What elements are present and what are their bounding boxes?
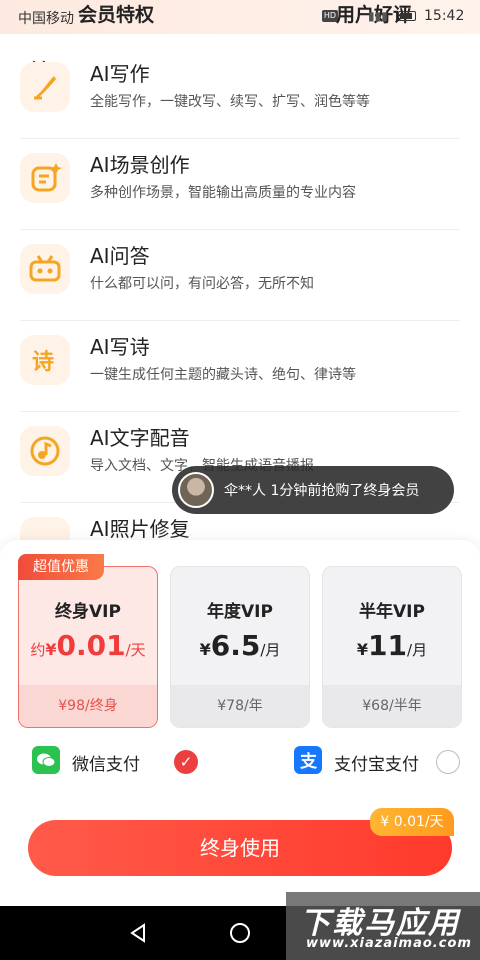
signal-icon: ▮▮▮ xyxy=(368,9,388,23)
cta-price-tag: ¥ 0.01/天 xyxy=(370,808,454,836)
plan-original-price: ¥78/年 xyxy=(171,685,309,727)
pen-icon xyxy=(20,62,70,112)
tab-vip-privileges[interactable]: 会员特权 xyxy=(78,0,154,27)
plan-name: 终身VIP xyxy=(55,602,121,622)
plan-price: 约¥0.01/天 xyxy=(19,629,157,662)
plan-price: ¥6.5/月 xyxy=(171,629,309,662)
plan-price: ¥11/月 xyxy=(323,629,461,662)
plan-name: 半年VIP xyxy=(359,602,425,622)
feature-ai-poem[interactable]: 诗 AI写诗 一键生成任何主题的藏头诗、绝句、律诗等 xyxy=(20,321,460,412)
price-unit: /天 xyxy=(125,641,146,659)
feature-title: AI文字配音 xyxy=(90,426,190,450)
avatar xyxy=(178,472,214,508)
feature-desc: 什么都可以问，有问必答，无所不知 xyxy=(90,276,314,292)
svg-text:支: 支 xyxy=(300,751,318,772)
svg-text:诗: 诗 xyxy=(32,350,54,375)
price-currency: ¥ xyxy=(45,640,57,659)
feature-desc: 全能写作，一键改写、续写、扩写、润色等等 xyxy=(90,94,370,110)
feature-title: AI场景创作 xyxy=(90,153,190,177)
feature-title: AI写诗 xyxy=(90,335,150,359)
price-unit: /月 xyxy=(407,641,428,659)
deal-badge: 超值优惠 xyxy=(18,554,104,580)
status-bar: 中国移动 会员特权 HD 用户好评 ▮▮▮ 15:42 xyxy=(0,0,480,34)
radio-unchecked-icon[interactable] xyxy=(436,750,460,774)
price-value: 0.01 xyxy=(56,629,126,662)
check-icon[interactable]: ✓ xyxy=(174,750,198,774)
back-icon[interactable] xyxy=(126,921,150,945)
pay-option-alipay[interactable]: 支 支付宝支付 xyxy=(294,742,464,782)
purchase-toast: 伞**人 1分钟前抢购了终身会员 xyxy=(172,466,454,514)
toast-text: 伞**人 1分钟前抢购了终身会员 xyxy=(224,483,420,499)
purchase-sheet: 终身VIP 约¥0.01/天 ¥98/终身 年度VIP ¥6.5/月 ¥78/年… xyxy=(0,540,480,906)
price-unit: /月 xyxy=(260,641,281,659)
clock: 15:42 xyxy=(424,8,465,24)
poem-icon: 诗 xyxy=(20,335,70,385)
feature-ai-qa[interactable]: AI问答 什么都可以问，有问必答，无所不知 xyxy=(20,230,460,321)
feature-desc: 一键生成任何主题的藏头诗、绝句、律诗等 xyxy=(90,367,356,383)
feature-title: AI问答 xyxy=(90,244,150,268)
price-prefix: 约 xyxy=(30,641,46,659)
home-icon[interactable] xyxy=(228,921,252,945)
plan-annual[interactable]: 年度VIP ¥6.5/月 ¥78/年 xyxy=(170,566,310,728)
alipay-icon: 支 xyxy=(294,746,322,774)
pay-label: 支付宝支付 xyxy=(334,755,419,775)
carrier-label: 中国移动 xyxy=(18,11,74,27)
battery-icon xyxy=(398,11,416,21)
feature-ai-writing[interactable]: AI写作 全能写作，一键改写、续写、扩写、润色等等 xyxy=(20,48,460,139)
voice-icon xyxy=(20,426,70,476)
plan-name: 年度VIP xyxy=(207,602,273,622)
chat-icon xyxy=(20,244,70,294)
feature-title: AI照片修复 xyxy=(90,517,190,541)
pay-label: 微信支付 xyxy=(72,755,140,775)
scene-icon xyxy=(20,153,70,203)
watermark: 下载马应用 www.xiazaimao.com xyxy=(286,892,480,960)
feature-desc: 多种创作场景，智能输出高质量的专业内容 xyxy=(90,185,356,201)
feature-ai-scene[interactable]: AI场景创作 多种创作场景，智能输出高质量的专业内容 xyxy=(20,139,460,230)
plan-half-year[interactable]: 半年VIP ¥11/月 ¥68/半年 xyxy=(322,566,462,728)
price-value: 6.5 xyxy=(210,629,261,662)
pay-option-wechat[interactable]: 微信支付 ✓ xyxy=(32,742,212,782)
plan-original-price: ¥98/终身 xyxy=(19,685,157,727)
price-currency: ¥ xyxy=(199,640,211,659)
plan-original-price: ¥68/半年 xyxy=(323,685,461,727)
feature-title: AI写作 xyxy=(90,62,150,86)
wechat-icon xyxy=(32,746,60,774)
price-value: 11 xyxy=(368,629,408,662)
plan-lifetime[interactable]: 终身VIP 约¥0.01/天 ¥98/终身 xyxy=(18,566,158,728)
watermark-url: www.xiazaimao.com xyxy=(306,936,472,951)
price-currency: ¥ xyxy=(356,640,369,659)
